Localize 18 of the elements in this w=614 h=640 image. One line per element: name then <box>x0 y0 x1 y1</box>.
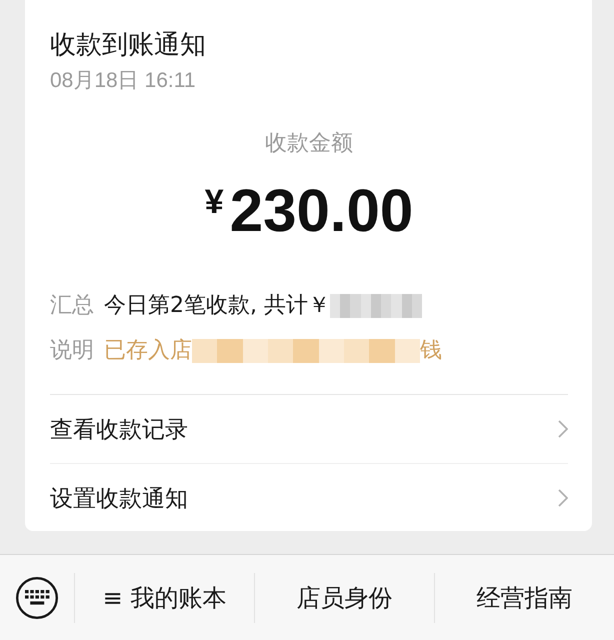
notification-title: 收款到账通知 <box>50 30 206 60</box>
keyboard-icon <box>16 576 58 618</box>
menu-button[interactable]: 店员身份 <box>254 572 434 622</box>
menu-button[interactable]: 经营指南 <box>434 572 614 622</box>
list-item[interactable]: 查看收款记录 <box>50 394 568 463</box>
notification-time: 08月18日 16:11 <box>50 68 196 94</box>
detail-value: 已存入店 <box>104 337 192 365</box>
chevron-right-icon <box>558 489 568 507</box>
detail-value: 钱 <box>420 337 442 365</box>
amount-label: 收款金额 <box>265 130 353 158</box>
list-item[interactable]: 设置收款通知 <box>50 463 568 532</box>
currency-symbol: ¥ <box>204 185 224 219</box>
detail-value: 今日第2笔收款, 共计￥ <box>104 292 330 320</box>
detail-label: 汇总 <box>50 292 94 320</box>
chevron-right-icon <box>558 420 568 438</box>
detail-label: 说明 <box>50 337 94 365</box>
amount-value: 230.00 <box>230 176 414 246</box>
menu-button[interactable]: ≡ 我的账本 <box>74 572 254 622</box>
